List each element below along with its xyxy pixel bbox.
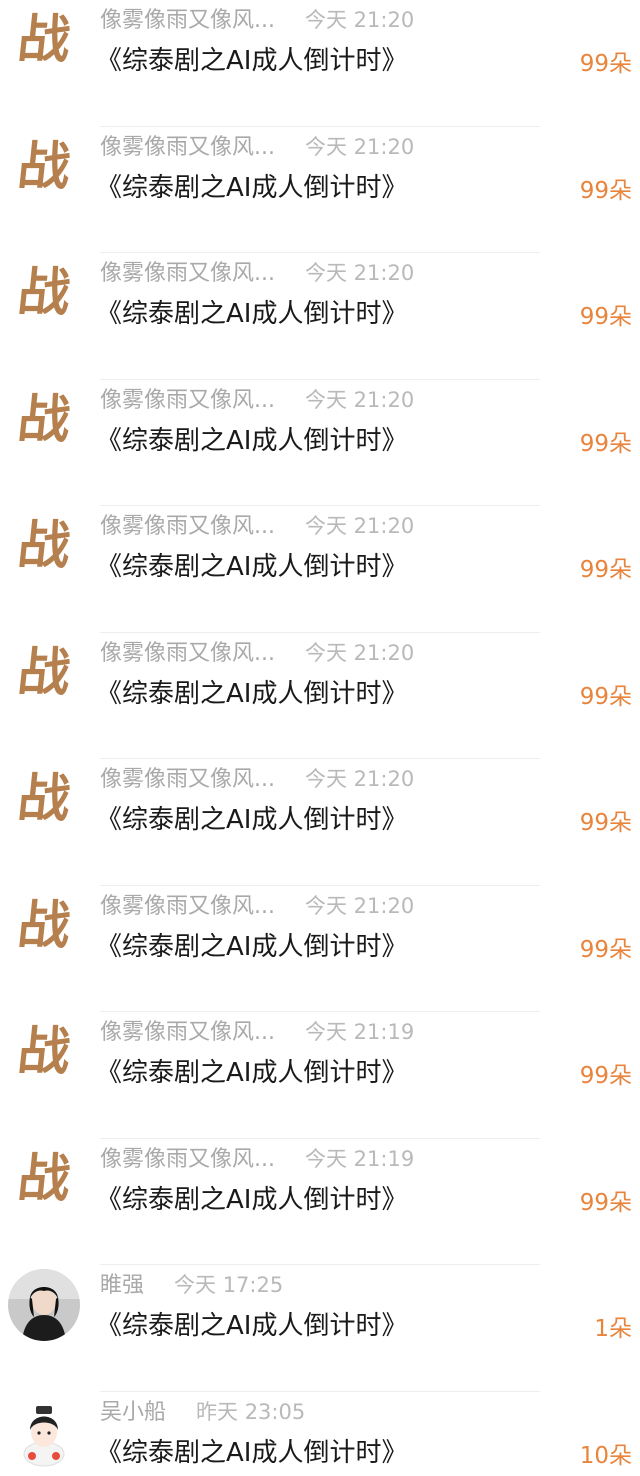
flower-count: 99朵 xyxy=(579,683,632,710)
user-name[interactable]: 像雾像雨又像风... xyxy=(100,1014,275,1046)
book-title[interactable]: 《综泰剧之AI成人倒计时》 xyxy=(96,926,407,963)
list-item[interactable]: 战像雾像雨又像风... 今天 21:20 《综泰剧之AI成人倒计时》 99朵 xyxy=(0,506,640,633)
item-meta: 像雾像雨又像风... 今天 21:20 xyxy=(100,255,415,287)
user-avatar-logo[interactable]: 战 xyxy=(8,637,80,709)
list-item[interactable]: 战像雾像雨又像风... 今天 21:20 《综泰剧之AI成人倒计时》 99朵 xyxy=(0,127,640,253)
timestamp: 今天 21:20 xyxy=(304,514,415,538)
book-title[interactable]: 《综泰剧之AI成人倒计时》 xyxy=(96,293,407,330)
user-name[interactable]: 像雾像雨又像风... xyxy=(100,761,275,793)
user-name[interactable]: 像雾像雨又像风... xyxy=(100,382,275,414)
user-avatar-logo[interactable]: 战 xyxy=(8,1016,80,1088)
list-item[interactable]: 睢强 今天 17:25 《综泰剧之AI成人倒计时》 1朵 xyxy=(0,1265,640,1392)
timestamp: 今天 21:19 xyxy=(304,1146,415,1171)
user-name[interactable]: 睢强 xyxy=(100,1267,144,1299)
item-meta: 像雾像雨又像风... 今天 21:20 xyxy=(100,382,415,414)
book-title[interactable]: 《综泰剧之AI成人倒计时》 xyxy=(96,799,407,836)
item-meta: 像雾像雨又像风... 今天 21:20 xyxy=(100,508,415,540)
flower-count: 99朵 xyxy=(579,936,632,963)
flower-count: 99朵 xyxy=(579,430,632,457)
flower-count: 1朵 xyxy=(594,1316,632,1342)
avatar-cartoon-icon xyxy=(8,1395,80,1468)
flower-count: 99朵 xyxy=(579,1189,632,1216)
item-meta: 像雾像雨又像风... 今天 21:20 xyxy=(100,761,415,793)
logo-glyph: 战 xyxy=(14,262,74,323)
item-meta: 像雾像雨又像风... 今天 21:19 xyxy=(100,1014,415,1046)
timestamp: 今天 21:20 xyxy=(304,261,415,285)
book-title[interactable]: 《综泰剧之AI成人倒计时》 xyxy=(96,1432,407,1469)
timestamp: 今天 21:20 xyxy=(304,640,415,665)
user-name[interactable]: 像雾像雨又像风... xyxy=(100,255,275,287)
logo-glyph: 战 xyxy=(14,515,74,576)
item-meta: 像雾像雨又像风... 今天 21:19 xyxy=(100,1141,415,1173)
user-avatar-logo[interactable]: 战 xyxy=(8,763,80,835)
user-name[interactable]: 像雾像雨又像风... xyxy=(100,888,275,920)
list-item[interactable]: 战像雾像雨又像风... 今天 21:19 《综泰剧之AI成人倒计时》 99朵 xyxy=(0,1012,640,1139)
list-item[interactable]: 战像雾像雨又像风... 今天 21:20 《综泰剧之AI成人倒计时》 99朵 xyxy=(0,380,640,506)
book-title[interactable]: 《综泰剧之AI成人倒计时》 xyxy=(96,40,407,77)
book-title[interactable]: 《综泰剧之AI成人倒计时》 xyxy=(96,420,407,457)
list-item[interactable]: 战像雾像雨又像风... 今天 21:20 《综泰剧之AI成人倒计时》 99朵 xyxy=(0,633,640,759)
item-meta: 吴小船 昨天 23:05 xyxy=(100,1394,306,1426)
user-name[interactable]: 吴小船 xyxy=(100,1394,166,1426)
user-avatar-cartoon[interactable] xyxy=(8,1395,80,1468)
timestamp: 今天 21:20 xyxy=(304,893,415,918)
list-item[interactable]: 战像雾像雨又像风... 今天 21:20 《综泰剧之AI成人倒计时》 99朵 xyxy=(0,759,640,886)
list-item[interactable]: 战像雾像雨又像风... 今天 21:20 《综泰剧之AI成人倒计时》 99朵 xyxy=(0,253,640,380)
user-avatar-logo[interactable]: 战 xyxy=(8,384,80,456)
timestamp: 今天 21:19 xyxy=(304,1020,415,1044)
list-item[interactable]: 吴小船 昨天 23:05 《综泰剧之AI成人倒计时》 10朵 xyxy=(0,1392,640,1476)
user-avatar-logo[interactable]: 战 xyxy=(8,131,80,203)
user-name[interactable]: 像雾像雨又像风... xyxy=(100,1141,275,1173)
flower-count: 99朵 xyxy=(579,1063,632,1089)
item-meta: 像雾像雨又像风... 今天 21:20 xyxy=(100,129,415,161)
user-avatar-logo[interactable]: 战 xyxy=(8,1143,80,1215)
timestamp: 昨天 23:05 xyxy=(196,1399,306,1424)
flower-count: 99朵 xyxy=(579,51,632,77)
timestamp: 今天 21:20 xyxy=(304,134,415,159)
user-name[interactable]: 像雾像雨又像风... xyxy=(100,508,275,540)
avatar-portrait-icon xyxy=(8,1269,80,1341)
logo-glyph: 战 xyxy=(14,9,74,70)
logo-glyph: 战 xyxy=(14,894,74,956)
flower-count: 99朵 xyxy=(579,557,632,583)
list-item[interactable]: 战像雾像雨又像风... 今天 21:19 《综泰剧之AI成人倒计时》 99朵 xyxy=(0,1139,640,1265)
timestamp: 今天 21:20 xyxy=(304,387,415,412)
user-avatar-logo[interactable]: 战 xyxy=(8,510,80,582)
logo-glyph: 战 xyxy=(14,135,74,197)
user-name[interactable]: 像雾像雨又像风... xyxy=(100,635,275,667)
book-title[interactable]: 《综泰剧之AI成人倒计时》 xyxy=(96,1305,407,1342)
item-meta: 像雾像雨又像风... 今天 21:20 xyxy=(100,635,415,667)
flower-count: 99朵 xyxy=(579,177,632,204)
book-title[interactable]: 《综泰剧之AI成人倒计时》 xyxy=(96,1052,407,1089)
flower-count: 99朵 xyxy=(579,810,632,836)
timestamp: 今天 17:25 xyxy=(174,1273,284,1297)
logo-glyph: 战 xyxy=(14,641,74,703)
list-item[interactable]: 战像雾像雨又像风... 今天 21:20 《综泰剧之AI成人倒计时》 99朵 xyxy=(0,0,640,127)
book-title[interactable]: 《综泰剧之AI成人倒计时》 xyxy=(96,167,407,204)
timestamp: 今天 21:20 xyxy=(304,8,415,32)
item-meta: 睢强 今天 17:25 xyxy=(100,1267,284,1299)
flower-count: 99朵 xyxy=(579,304,632,330)
item-meta: 像雾像雨又像风... 今天 21:20 xyxy=(100,888,415,920)
timestamp: 今天 21:20 xyxy=(304,767,415,791)
user-avatar-logo[interactable]: 战 xyxy=(8,4,80,76)
book-title[interactable]: 《综泰剧之AI成人倒计时》 xyxy=(96,673,407,710)
item-meta: 像雾像雨又像风... 今天 21:20 xyxy=(100,2,415,34)
user-avatar-logo[interactable]: 战 xyxy=(8,257,80,329)
logo-glyph: 战 xyxy=(14,768,74,829)
gift-list: 战像雾像雨又像风... 今天 21:20 《综泰剧之AI成人倒计时》 99朵战像雾像雨… xyxy=(0,0,640,1476)
user-avatar-photo[interactable] xyxy=(8,1269,80,1341)
logo-glyph: 战 xyxy=(14,1021,74,1082)
list-item[interactable]: 战像雾像雨又像风... 今天 21:20 《综泰剧之AI成人倒计时》 99朵 xyxy=(0,886,640,1012)
flower-count: 10朵 xyxy=(579,1442,632,1469)
user-avatar-logo[interactable]: 战 xyxy=(8,890,80,962)
logo-glyph: 战 xyxy=(14,1147,74,1209)
user-name[interactable]: 像雾像雨又像风... xyxy=(100,129,275,161)
user-name[interactable]: 像雾像雨又像风... xyxy=(100,2,275,34)
book-title[interactable]: 《综泰剧之AI成人倒计时》 xyxy=(96,546,407,583)
logo-glyph: 战 xyxy=(14,388,74,450)
book-title[interactable]: 《综泰剧之AI成人倒计时》 xyxy=(96,1179,407,1216)
